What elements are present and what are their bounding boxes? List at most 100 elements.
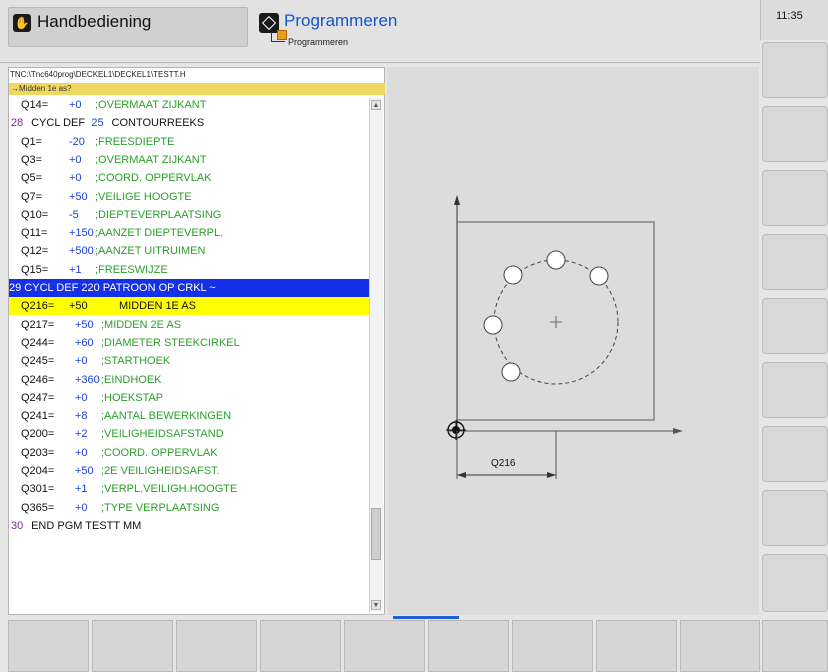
scroll-down-icon[interactable]: ▼ xyxy=(371,600,381,610)
program-line[interactable]: 29 CYCL DEF 220 PATROON OP CRKL ~ xyxy=(9,279,371,297)
program-line-part: Q204= xyxy=(21,465,55,477)
program-line-part: ;STARTHOEK xyxy=(101,355,171,368)
program-line[interactable]: Q241= +8 ;AANTAL BEWERKINGEN xyxy=(9,407,371,425)
scroll-thumb[interactable] xyxy=(371,508,381,560)
program-line-part: ;DIAMETER STEEKCIRKEL xyxy=(101,336,240,349)
program-line[interactable]: Q246= +360 ;EINDHOEK xyxy=(9,371,371,389)
program-line-part: +50 xyxy=(75,465,94,477)
program-line[interactable]: Q203= +0 ;COORD. OPPERVLAK xyxy=(9,444,371,462)
program-line-part: CYCL DEF xyxy=(31,117,89,130)
program-line-part: +60 xyxy=(75,336,94,349)
program-line-part: 29 CYCL DEF 220 PATROON OP CRKL ~ xyxy=(9,282,216,294)
program-line-part: ;DIEPTEVERPLAATSING xyxy=(95,208,222,221)
program-line-part: ;HOEKSTAP xyxy=(101,391,164,404)
x-axis-arrow-icon xyxy=(673,428,683,434)
program-line[interactable]: Q11= +150 ;AANZET DIEPTEVERPL. xyxy=(9,224,371,242)
program-line-part: -5 xyxy=(69,208,79,221)
program-line-part: Q3= xyxy=(21,153,43,166)
pattern-circle-drawing: Q216 xyxy=(446,195,683,479)
vertical-softkey-8[interactable] xyxy=(762,490,828,546)
program-line-part: Q245= xyxy=(21,355,55,368)
hole-2 xyxy=(589,266,609,286)
program-line-part: 25 xyxy=(91,117,107,130)
softkey-4[interactable] xyxy=(260,620,341,672)
softkey-1[interactable] xyxy=(8,620,89,672)
program-line-part: ;EINDHOEK xyxy=(101,373,162,386)
program-line[interactable]: Q301= +1 ;VERPL.VEILIGH.HOOGTE xyxy=(9,480,371,498)
hole-4 xyxy=(483,315,503,335)
program-line[interactable]: Q14= +0 ;OVERMAAT ZIJKANT xyxy=(9,96,371,114)
mode-program-label: Programmeren xyxy=(284,11,398,30)
program-line-part: Q216= xyxy=(21,300,55,313)
dim-arrow-left-icon xyxy=(457,472,466,478)
softkey-9[interactable] xyxy=(680,620,760,672)
program-line-part: Q365= xyxy=(21,501,55,514)
dimension-label: Q216 xyxy=(491,458,516,469)
program-line-part: ;VEILIGE HOOGTE xyxy=(95,190,192,203)
program-line-part: END PGM TESTT MM xyxy=(31,519,142,532)
program-line[interactable]: 28 CYCL DEF 25 CONTOURREEKS xyxy=(9,114,371,132)
program-line-part: ;FREESDIEPTE xyxy=(95,135,175,148)
program-line[interactable]: Q3= +0 ;OVERMAAT ZIJKANT xyxy=(9,151,371,169)
mode-manual-label: Handbediening xyxy=(37,12,152,31)
vertical-softkey-7[interactable] xyxy=(762,426,828,482)
program-line[interactable]: Q365= +0 ;TYPE VERPLAATSING xyxy=(9,499,371,517)
program-line-part: Q5= xyxy=(21,172,43,185)
softkey-2[interactable] xyxy=(92,620,173,672)
vertical-softkey-4[interactable] xyxy=(762,234,828,290)
program-line-part: Q1= xyxy=(21,135,43,148)
program-line-part: +50 xyxy=(69,300,88,313)
vertical-softkey-2[interactable] xyxy=(762,106,828,162)
program-line-part: +0 xyxy=(75,391,88,404)
program-line[interactable]: Q12= +500 ;AANZET UITRUIMEN xyxy=(9,242,371,260)
program-line[interactable]: Q216= +50 MIDDEN 1E AS xyxy=(9,297,371,316)
program-line[interactable]: Q5= +0 ;COORD. OPPERVLAK xyxy=(9,169,371,187)
program-line[interactable]: Q204= +50 ;2E VEILIGHEIDSAFST. xyxy=(9,462,371,480)
program-line-part: +1 xyxy=(75,483,88,496)
program-line[interactable]: Q1= -20 ;FREESDIEPTE xyxy=(9,133,371,151)
program-line-part: ;2E VEILIGHEIDSAFST. xyxy=(101,465,220,477)
program-line[interactable]: Q217= +50 ;MIDDEN 2E AS xyxy=(9,316,371,334)
hole-1 xyxy=(546,250,566,270)
program-line-part: ;TYPE VERPLAATSING xyxy=(101,501,220,514)
program-line-part: Q11= xyxy=(21,227,48,240)
program-line-part: +0 xyxy=(75,501,88,514)
program-line[interactable]: Q244= +60 ;DIAMETER STEEKCIRKEL xyxy=(9,334,371,352)
vertical-softkey-5[interactable] xyxy=(762,298,828,354)
program-line-part: Q10= xyxy=(21,208,49,221)
softkey-6[interactable] xyxy=(428,620,509,672)
program-line-part: Q7= xyxy=(21,190,43,203)
softkey-8[interactable] xyxy=(596,620,677,672)
program-line-part: ;VERPL.VEILIGH.HOOGTE xyxy=(101,483,238,496)
program-line[interactable]: 30 END PGM TESTT MM xyxy=(9,517,371,535)
program-line-part: +8 xyxy=(75,410,88,423)
program-line-part: ;OVERMAAT ZIJKANT xyxy=(95,99,207,111)
softkey-10[interactable] xyxy=(762,620,828,672)
mode-tab-manual[interactable]: ✋ Handbediening xyxy=(8,7,248,47)
vertical-softkey-1[interactable] xyxy=(762,42,828,98)
program-line[interactable]: Q10= -5 ;DIEPTEVERPLAATSING xyxy=(9,206,371,224)
scroll-up-icon[interactable]: ▲ xyxy=(371,100,381,110)
program-line-part: Q12= xyxy=(21,245,49,258)
program-line[interactable]: Q7= +50 ;VEILIGE HOOGTE xyxy=(9,188,371,206)
vertical-softkey-3[interactable] xyxy=(762,170,828,226)
program-line-part: ;OVERMAAT ZIJKANT xyxy=(95,153,207,166)
program-line[interactable]: Q247= +0 ;HOEKSTAP xyxy=(9,389,371,407)
program-mode-icon xyxy=(259,13,279,33)
softkey-5[interactable] xyxy=(344,620,425,672)
program-line[interactable]: Q15= +1 ;FREESWIJZE xyxy=(9,261,371,279)
vertical-softkey-6[interactable] xyxy=(762,362,828,418)
program-path: TNC:\Tnc640prog\DECKEL1\DECKEL1\TESTT.H xyxy=(10,70,186,79)
program-line[interactable]: Q245= +0 ;STARTHOEK xyxy=(9,352,371,370)
program-line-part: ;AANZET DIEPTEVERPL. xyxy=(95,227,224,240)
y-axis-arrow-icon xyxy=(454,195,460,205)
program-line-part: CONTOURREEKS xyxy=(111,117,205,130)
program-line-part: 28 xyxy=(11,117,27,130)
program-line-part: ;COORD. OPPERVLAK xyxy=(95,172,212,185)
program-line-part: +360 xyxy=(75,373,100,386)
softkey-3[interactable] xyxy=(176,620,257,672)
program-line-part: Q247= xyxy=(21,391,55,404)
program-line[interactable]: Q200= +2 ;VEILIGHEIDSAFSTAND xyxy=(9,425,371,443)
softkey-7[interactable] xyxy=(512,620,593,672)
vertical-softkey-9[interactable] xyxy=(762,554,828,612)
